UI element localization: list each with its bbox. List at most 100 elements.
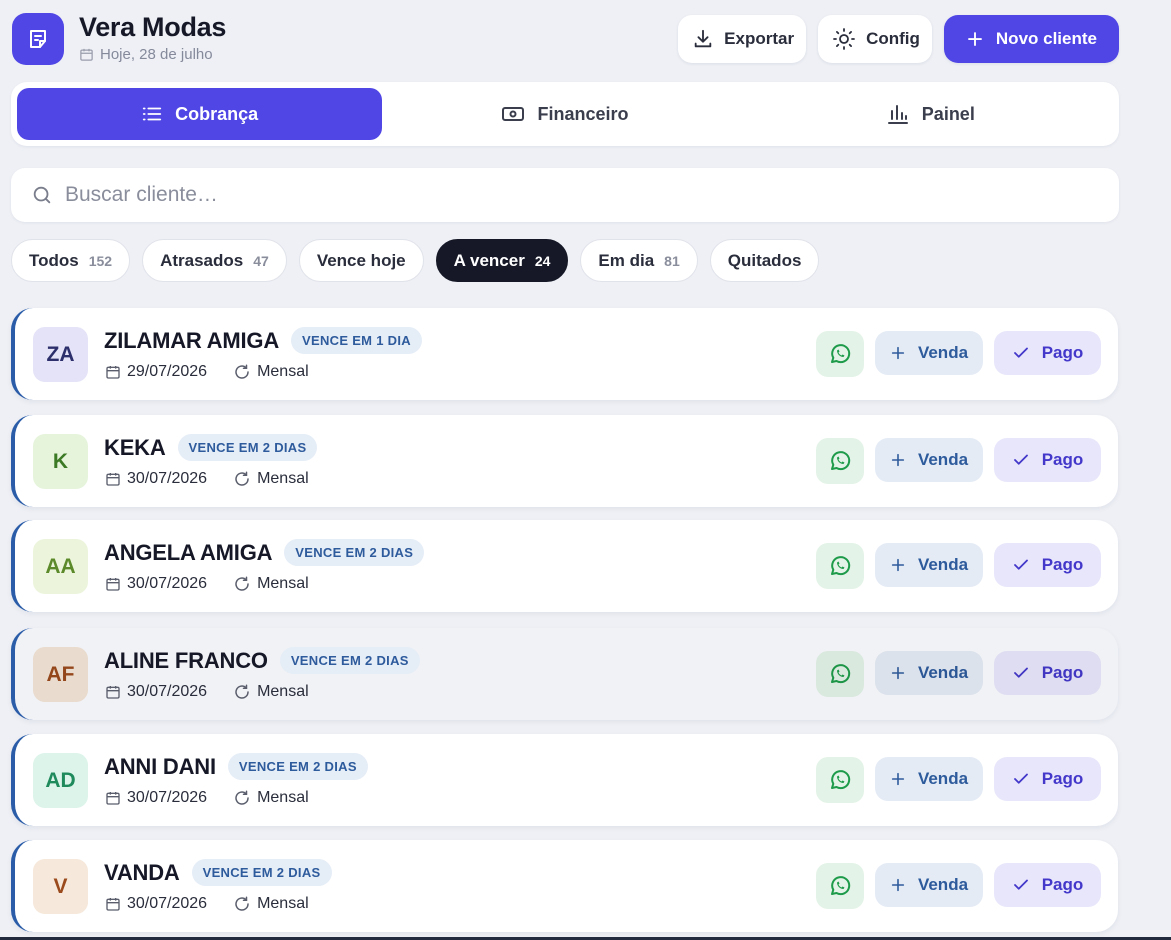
client-card[interactable]: ZA ZILAMAR AMIGA VENCE EM 1 DIA 29/07/2026 M… bbox=[11, 308, 1118, 400]
header-actions: Exportar Config Novo cliente bbox=[678, 15, 1119, 63]
whatsapp-button[interactable] bbox=[816, 757, 864, 803]
calendar-icon bbox=[106, 473, 120, 486]
client-name-row: ALINE FRANCO VENCE EM 2 DIAS bbox=[104, 647, 420, 674]
whatsapp-button[interactable] bbox=[816, 863, 864, 909]
client-meta: 30/07/2026 Mensal bbox=[105, 683, 309, 701]
client-card[interactable]: V VANDA VENCE EM 2 DIAS 30/07/2026 Mensal Ven… bbox=[11, 840, 1118, 932]
status-badge: VENCE EM 1 DIA bbox=[291, 327, 422, 354]
pago-label: Pago bbox=[1041, 450, 1084, 469]
filter-label: Todos bbox=[29, 250, 79, 270]
filter-label: A vencer bbox=[453, 250, 525, 270]
recurrence-label: Mensal bbox=[257, 683, 309, 700]
filter-em-dia[interactable]: Em dia 81 bbox=[580, 239, 698, 282]
recurrence-icon bbox=[235, 896, 249, 911]
client-meta: 30/07/2026 Mensal bbox=[105, 470, 309, 488]
plus-icon bbox=[891, 346, 905, 360]
mark-paid-button[interactable]: Pago bbox=[994, 757, 1101, 801]
new-client-button[interactable]: Novo cliente bbox=[943, 15, 1119, 63]
config-button[interactable]: Config bbox=[818, 15, 932, 63]
client-name-row: ZILAMAR AMIGA VENCE EM 1 DIA bbox=[104, 327, 422, 354]
add-venda-button[interactable]: Venda bbox=[875, 543, 983, 587]
tab-painel[interactable]: Painel bbox=[748, 88, 1113, 140]
avatar: V bbox=[33, 859, 88, 914]
mark-paid-button[interactable]: Pago bbox=[994, 863, 1101, 907]
client-card[interactable]: AF ALINE FRANCO VENCE EM 2 DIAS 30/07/2026 M… bbox=[11, 628, 1118, 720]
add-venda-button[interactable]: Venda bbox=[875, 863, 983, 907]
check-icon bbox=[1013, 347, 1028, 358]
calendar-icon bbox=[106, 686, 120, 699]
whatsapp-button[interactable] bbox=[816, 438, 864, 484]
export-button[interactable]: Exportar bbox=[678, 15, 807, 63]
tab-financeiro[interactable]: Financeiro bbox=[382, 88, 747, 140]
main-tabs: Cobrança Financeiro Painel bbox=[11, 82, 1119, 146]
whatsapp-button[interactable] bbox=[816, 543, 864, 589]
whatsapp-icon bbox=[831, 664, 851, 684]
whatsapp-icon bbox=[831, 556, 851, 576]
client-name: ANGELA AMIGA bbox=[104, 539, 273, 565]
recurrence-icon bbox=[235, 790, 249, 805]
pago-label: Pago bbox=[1041, 663, 1084, 682]
plus-icon bbox=[891, 878, 905, 892]
status-badge: VENCE EM 2 DIAS bbox=[177, 434, 318, 461]
calendar-icon bbox=[106, 366, 120, 379]
recurrence-icon bbox=[235, 364, 249, 379]
venda-label: Venda bbox=[917, 663, 969, 682]
card-actions: Venda Pago bbox=[816, 331, 1101, 377]
tab-label: Financeiro bbox=[537, 103, 629, 124]
plus-icon bbox=[891, 772, 905, 786]
pago-label: Pago bbox=[1041, 769, 1084, 788]
status-badge: VENCE EM 2 DIAS bbox=[279, 647, 420, 674]
search-bar bbox=[11, 168, 1119, 222]
client-name: ZILAMAR AMIGA bbox=[104, 327, 280, 353]
calendar-icon bbox=[106, 898, 120, 911]
venda-label: Venda bbox=[917, 450, 969, 469]
app-header: Vera Modas Hoje, 28 de julho Exportar Co… bbox=[12, 12, 1119, 68]
avatar: AD bbox=[33, 753, 88, 808]
mark-paid-button[interactable]: Pago bbox=[994, 438, 1101, 482]
status-badge: VENCE EM 2 DIAS bbox=[284, 539, 425, 566]
client-name-row: KEKA VENCE EM 2 DIAS bbox=[104, 434, 318, 461]
filter-atrasados[interactable]: Atrasados 47 bbox=[142, 239, 287, 282]
client-card[interactable]: AD ANNI DANI VENCE EM 2 DIAS 30/07/2026 Mens… bbox=[11, 734, 1118, 826]
avatar: ZA bbox=[33, 327, 88, 382]
add-venda-button[interactable]: Venda bbox=[875, 438, 983, 482]
filter-todos[interactable]: Todos 152 bbox=[11, 239, 131, 282]
client-name: ALINE FRANCO bbox=[104, 647, 268, 673]
add-venda-button[interactable]: Venda bbox=[875, 651, 983, 695]
due-date: 29/07/2026 bbox=[127, 363, 208, 380]
search-input[interactable] bbox=[65, 183, 965, 207]
check-icon bbox=[1013, 773, 1028, 784]
venda-label: Venda bbox=[917, 875, 969, 894]
mark-paid-button[interactable]: Pago bbox=[994, 543, 1101, 587]
avatar: AA bbox=[33, 539, 88, 594]
card-actions: Venda Pago bbox=[816, 863, 1101, 909]
filter-count: 81 bbox=[664, 252, 680, 269]
filter-a-vencer[interactable]: A vencer 24 bbox=[435, 239, 569, 282]
add-venda-button[interactable]: Venda bbox=[875, 331, 983, 375]
calendar-icon bbox=[106, 578, 120, 591]
check-icon bbox=[1013, 559, 1028, 570]
avatar: K bbox=[33, 434, 88, 489]
whatsapp-button[interactable] bbox=[816, 331, 864, 377]
tab-cobranca[interactable]: Cobrança bbox=[17, 88, 383, 140]
calendar-icon bbox=[106, 792, 120, 805]
client-name-row: VANDA VENCE EM 2 DIAS bbox=[104, 859, 332, 886]
recurrence-label: Mensal bbox=[257, 575, 309, 592]
filter-count: 152 bbox=[88, 252, 113, 269]
recurrence-icon bbox=[235, 684, 249, 699]
filter-chips: Todos 152 Atrasados 47 Vence hoje A venc… bbox=[11, 239, 820, 282]
client-meta: 29/07/2026 Mensal bbox=[105, 363, 309, 381]
mark-paid-button[interactable]: Pago bbox=[994, 651, 1101, 695]
client-card[interactable]: AA ANGELA AMIGA VENCE EM 2 DIAS 30/07/2026 M… bbox=[11, 520, 1118, 612]
mark-paid-button[interactable]: Pago bbox=[994, 331, 1101, 375]
filter-quitados[interactable]: Quitados bbox=[709, 239, 820, 282]
whatsapp-button[interactable] bbox=[816, 651, 864, 697]
app-logo bbox=[12, 13, 64, 65]
add-venda-button[interactable]: Venda bbox=[875, 757, 983, 801]
export-label: Exportar bbox=[724, 29, 795, 48]
filter-vence-hoje[interactable]: Vence hoje bbox=[298, 239, 424, 282]
sun-gear-icon bbox=[833, 28, 855, 50]
due-date: 30/07/2026 bbox=[127, 683, 208, 700]
client-card[interactable]: K KEKA VENCE EM 2 DIAS 30/07/2026 Mensal Vend… bbox=[11, 415, 1118, 507]
venda-label: Venda bbox=[917, 555, 969, 574]
